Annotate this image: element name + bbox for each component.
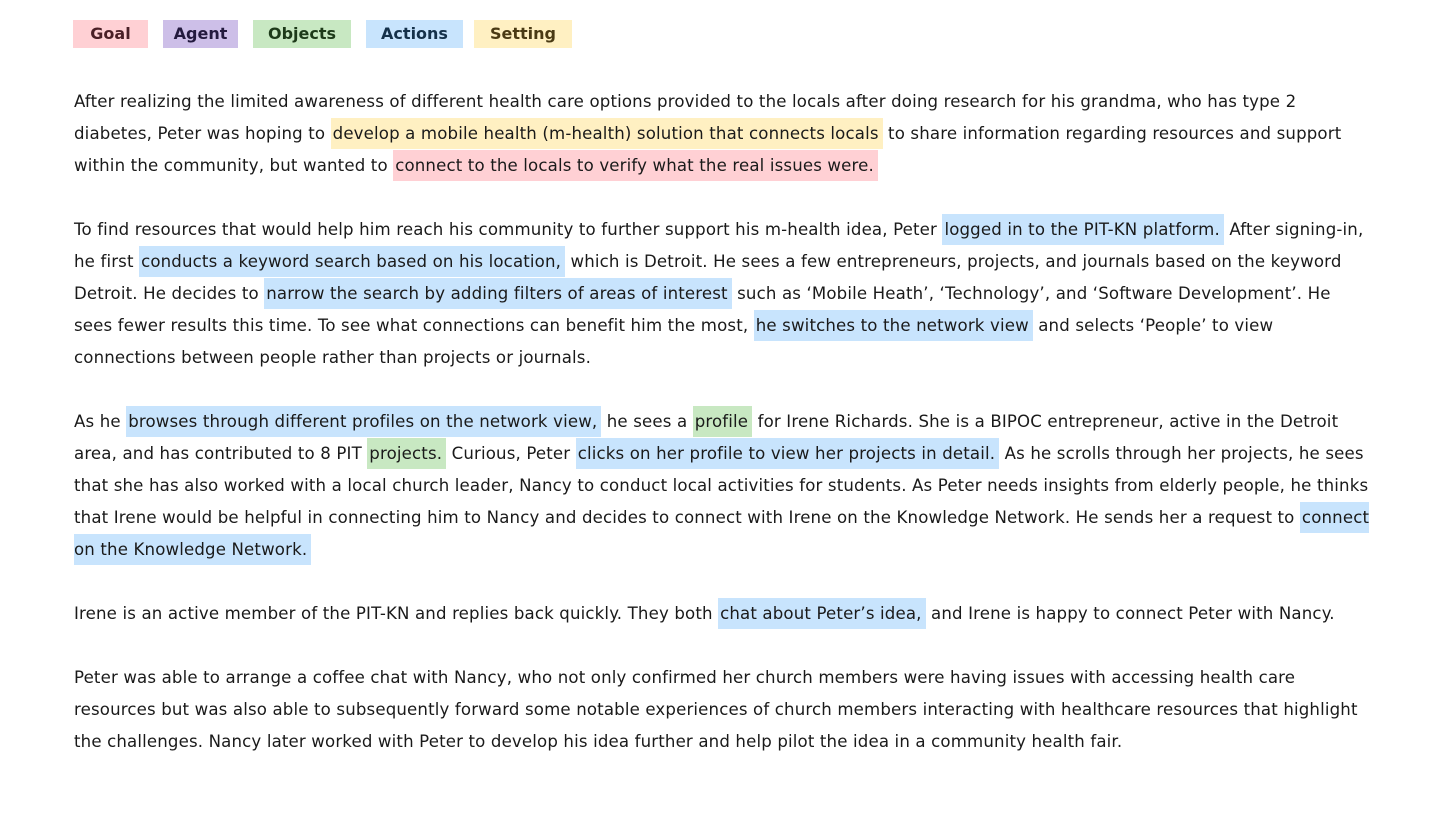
text-segment: To find resources that would help him re…	[74, 220, 943, 239]
paragraph: To find resources that would help him re…	[74, 214, 1374, 374]
text-segment: Irene is an active member of the PIT-KN …	[74, 604, 719, 623]
highlight-action: chat about Peter’s idea,	[718, 598, 926, 629]
text-segment: and Irene is happy to connect Peter with…	[925, 604, 1335, 623]
highlight-action: browses through different profiles on th…	[126, 406, 602, 437]
text-segment: Peter was able to arrange a coffee chat …	[74, 668, 1358, 751]
highlight-setting: develop a mobile health (m-health) solut…	[330, 118, 883, 149]
paragraph: After realizing the limited awareness of…	[74, 86, 1374, 182]
legend-setting: Setting	[474, 20, 572, 48]
paragraph: Peter was able to arrange a coffee chat …	[74, 662, 1374, 758]
text-segment: As he	[74, 412, 127, 431]
highlight-action: narrow the search by adding filters of a…	[264, 278, 732, 309]
legend: Goal Agent Objects Actions Setting	[73, 20, 587, 48]
paragraph: As he browses through different profiles…	[74, 406, 1374, 566]
highlight-action: clicks on her profile to view her projec…	[575, 438, 1000, 469]
text-segment: he sees a	[601, 412, 693, 431]
paragraph: Irene is an active member of the PIT-KN …	[74, 598, 1374, 630]
legend-goal: Goal	[73, 20, 148, 48]
highlight-object: profile	[692, 406, 753, 437]
text-segment: Curious, Peter	[446, 444, 576, 463]
highlight-action: conducts a keyword search based on his l…	[139, 246, 566, 277]
highlight-goal: connect to the locals to verify what the…	[393, 150, 878, 181]
legend-actions: Actions	[366, 20, 463, 48]
highlight-action: he switches to the network view	[753, 310, 1033, 341]
highlight-object: projects.	[367, 438, 447, 469]
highlight-action: logged in to the PIT-KN platform.	[942, 214, 1224, 245]
legend-agent: Agent	[163, 20, 238, 48]
scenario-story: After realizing the limited awareness of…	[74, 86, 1374, 790]
legend-objects: Objects	[253, 20, 351, 48]
